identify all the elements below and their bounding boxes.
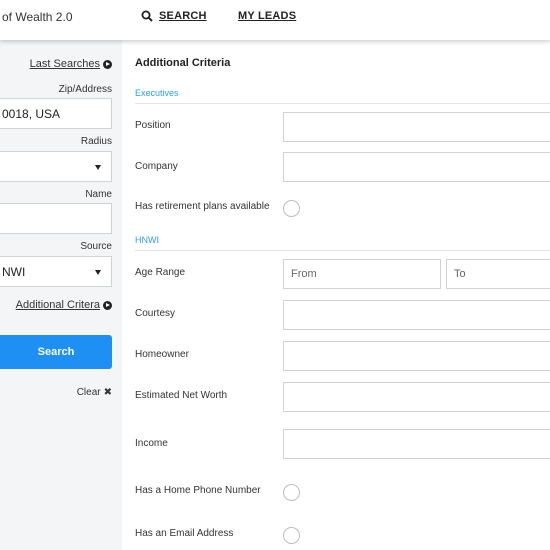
search-icon (141, 10, 153, 22)
nav-search-label: SEARCH (159, 10, 207, 22)
nav-my-leads-link[interactable]: MY LEADS (238, 10, 296, 22)
app-brand: of Wealth 2.0 (2, 10, 73, 24)
search-button[interactable]: Search (0, 335, 112, 369)
retirement-label: Has retirement plans available (135, 201, 270, 212)
source-value: NWI (2, 264, 26, 279)
age-from-input[interactable]: From (283, 259, 441, 289)
close-icon: ✖ (103, 387, 112, 398)
additional-criteria-label: Additional Critera (15, 299, 100, 311)
top-bar: of Wealth 2.0 SEARCH MY LEADS (0, 0, 550, 40)
home-phone-label: Has a Home Phone Number (135, 485, 261, 496)
age-to-input[interactable]: To (446, 259, 550, 289)
net-worth-input[interactable] (283, 382, 550, 412)
radius-label: Radius (80, 136, 112, 147)
source-label: Source (80, 241, 112, 252)
age-range-label: Age Range (135, 267, 186, 278)
courtesy-input[interactable] (283, 300, 550, 330)
name-input[interactable] (0, 203, 112, 234)
name-label: Name (85, 189, 112, 200)
caret-down-icon (95, 165, 101, 170)
radius-select[interactable] (0, 151, 112, 182)
additional-criteria-link[interactable]: Additional Critera (16, 299, 112, 311)
zip-label: Zip/Address (58, 84, 112, 95)
additional-criteria-panel: Additional Criteria Executives Position … (122, 40, 550, 550)
zip-address-value: 0018, USA (2, 106, 61, 121)
company-input[interactable] (283, 152, 550, 182)
source-select[interactable]: NWI (0, 256, 112, 287)
last-searches-link[interactable]: Last Searches (30, 58, 112, 70)
nav-search-link[interactable]: SEARCH (141, 10, 207, 22)
position-input[interactable] (283, 112, 550, 142)
position-label: Position (135, 120, 171, 131)
section-hnwi: HNWI (135, 235, 550, 251)
arrow-circle-right-icon (103, 59, 112, 69)
search-sidebar: Last Searches Zip/Address 0018, USA Radi… (0, 40, 122, 550)
homeowner-label: Homeowner (135, 349, 189, 360)
section-executives: Executives (135, 88, 550, 104)
panel-title: Additional Criteria (135, 57, 231, 69)
email-radio[interactable] (283, 527, 300, 544)
company-label: Company (135, 161, 178, 172)
courtesy-label: Courtesy (135, 308, 176, 319)
clear-button[interactable]: Clear ✖ (77, 387, 112, 398)
email-label: Has an Email Address (135, 528, 234, 539)
homeowner-input[interactable] (283, 341, 550, 371)
last-searches-label: Last Searches (29, 58, 100, 70)
arrow-circle-right-icon (103, 300, 112, 310)
net-worth-label: Estimated Net Worth (135, 390, 228, 401)
income-label: Income (135, 438, 168, 449)
caret-down-icon (95, 270, 101, 275)
zip-address-input[interactable]: 0018, USA (0, 98, 112, 129)
retirement-radio[interactable] (283, 200, 300, 217)
home-phone-radio[interactable] (283, 484, 300, 501)
age-from-placeholder: From (291, 268, 317, 280)
age-to-placeholder: To (454, 268, 466, 280)
clear-label: Clear (76, 387, 101, 398)
income-input[interactable] (283, 429, 550, 459)
